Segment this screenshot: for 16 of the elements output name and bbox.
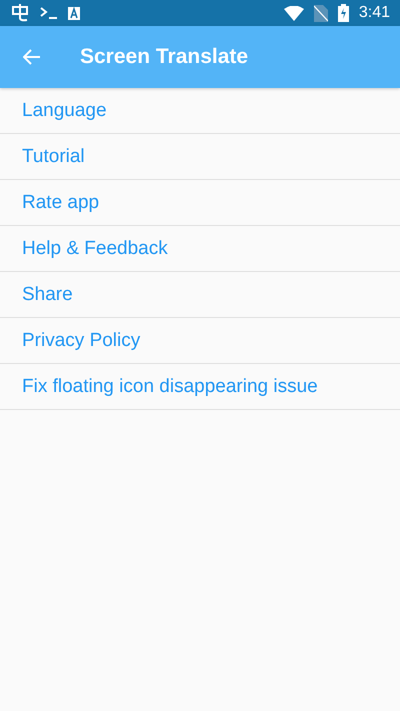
menu-item[interactable]: Fix floating icon disappearing issue — [0, 364, 400, 410]
wifi-icon — [284, 6, 304, 20]
menu-item[interactable]: Privacy Policy — [0, 318, 400, 364]
menu-item[interactable]: Help & Feedback — [0, 226, 400, 272]
menu-item[interactable]: Tutorial — [0, 134, 400, 180]
text-icon — [68, 6, 80, 20]
back-arrow-icon — [23, 49, 41, 65]
screen-title: Screen Translate — [80, 45, 248, 69]
no-sim-icon — [314, 4, 328, 22]
bug-icon — [10, 4, 30, 22]
menu-item[interactable]: Language — [0, 88, 400, 134]
menu-item[interactable]: Rate app — [0, 180, 400, 226]
terminal-icon — [40, 6, 58, 20]
battery-charging-icon — [338, 4, 349, 22]
menu-item[interactable]: Share — [0, 272, 400, 318]
status-time: 3:41 — [358, 4, 390, 22]
